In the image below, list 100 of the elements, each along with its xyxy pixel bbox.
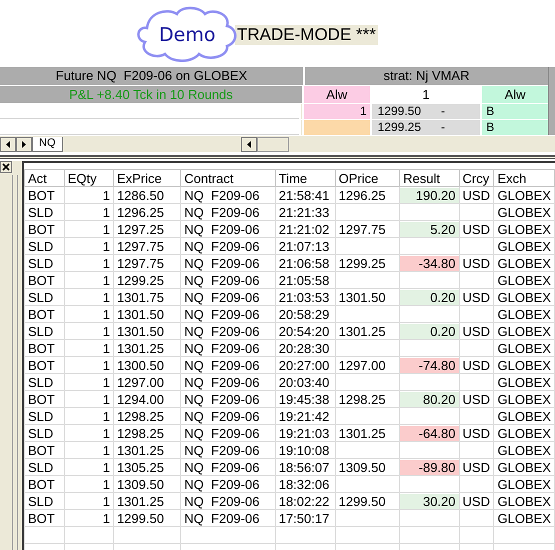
table-cell-text: NQ F209-06: [183, 238, 260, 254]
table-cell-text: USD: [462, 222, 491, 236]
table-cell-text: GLOBEX: [496, 476, 552, 492]
table-cell-text: 19:21:42: [278, 408, 330, 424]
table-cell-text: 19:10:08: [278, 442, 330, 458]
table-cell-text: 1: [102, 392, 111, 406]
table-cell-text: 21:05:58: [278, 272, 330, 288]
table-cell-text: 19:45:38: [278, 392, 330, 406]
table-cell-text: 1297.00: [338, 358, 387, 372]
table-cell-text: 1: [102, 272, 111, 288]
left-triangle-icon: [246, 140, 250, 148]
result-cell: 30.20: [400, 494, 459, 508]
table-cell-text: SLD: [27, 374, 54, 390]
header-cell: Alw: [304, 86, 370, 103]
table-cell-text: USD: [462, 358, 491, 372]
scroll-right-button[interactable]: [16, 136, 32, 152]
table-cell-text: 1286.50: [116, 188, 165, 202]
side-cell: B: [482, 120, 548, 135]
table-cell-text: NQ F209-06: [183, 272, 260, 288]
table-cell-text: NQ F209-06: [183, 442, 260, 458]
table-cell-text: NQ F209-06: [183, 510, 260, 526]
table-cell-text: GLOBEX: [496, 442, 552, 458]
left-triangle-icon: [6, 140, 10, 148]
sheet-tab[interactable]: NQ: [32, 136, 62, 152]
table-cell-text: 1297.00: [116, 374, 165, 390]
table-cell-text: USD: [462, 324, 491, 338]
table-cell-text: 1: [102, 510, 111, 526]
result-cell: 0.20: [400, 290, 459, 304]
table-cell-text: 1297.25: [116, 222, 165, 236]
table-cell-text: NQ F209-06: [183, 324, 260, 338]
table-cell-text: 1: [102, 306, 111, 322]
table-cell-text: BOT: [27, 188, 56, 202]
scroll-left-button[interactable]: [0, 136, 16, 152]
table-cell-text: 1297.75: [116, 256, 165, 270]
instrument-cell: Future NQ F209-06 on GLOBEX: [0, 67, 303, 85]
table-cell-text: NQ F209-06: [183, 408, 260, 424]
table-cell-text: NQ F209-06: [183, 222, 260, 236]
close-icon: [2, 163, 10, 171]
table-cell-text: 18:02:22: [278, 494, 330, 508]
table-cell-text: GLOBEX: [496, 510, 552, 526]
table-cell-text: GLOBEX: [496, 426, 552, 440]
table-cell-text: BOT: [27, 340, 56, 356]
table-cell-text: NQ F209-06: [183, 290, 260, 304]
table-cell-text: GLOBEX: [496, 374, 552, 390]
column-header[interactable]: OPrice: [335, 170, 400, 186]
column-header[interactable]: EQty: [64, 170, 114, 186]
column-header[interactable]: Result: [400, 170, 460, 186]
result-cell: -34.80: [400, 256, 459, 270]
table-cell-text: SLD: [27, 256, 54, 270]
table-cell-text: 1: [102, 442, 111, 458]
table-cell-text: 1: [102, 460, 111, 474]
column-header[interactable]: Contract: [180, 170, 276, 186]
result-cell: -74.80: [400, 358, 459, 372]
table-cell-text: BOT: [27, 222, 56, 236]
table-cell-text: NQ F209-06: [183, 306, 260, 322]
table-cell-text: USD: [462, 392, 491, 406]
table-cell-text: 1: [102, 494, 111, 508]
table-cell-text: 21:07:13: [278, 238, 330, 254]
table-cell-text: USD: [462, 290, 491, 304]
result-cell: 0.20: [400, 324, 459, 338]
table-cell-text: 19:21:03: [278, 426, 330, 440]
table-cell-text: 1: [102, 256, 111, 270]
close-button[interactable]: [0, 161, 12, 173]
column-header[interactable]: Act: [24, 170, 64, 186]
table-cell-text: 1299.25: [338, 256, 387, 270]
column-header[interactable]: Crcy: [459, 170, 494, 186]
table-cell-text: 20:28:30: [278, 340, 330, 356]
scrollbar-thumb[interactable]: [256, 136, 288, 152]
column-header[interactable]: Exch: [494, 170, 554, 186]
column-header[interactable]: ExPrice: [113, 170, 181, 186]
table-cell-text: BOT: [27, 272, 56, 288]
table-cell-text: 1298.25: [116, 408, 165, 424]
vertical-scrollbar[interactable]: [548, 67, 555, 135]
column-header[interactable]: Time: [275, 170, 336, 186]
table-cell-text: 1301.25: [116, 442, 165, 458]
table-cell-text: 1309.50: [338, 460, 387, 474]
table-cell-text: 21:06:58: [278, 256, 330, 270]
table-cell-text: NQ F209-06: [183, 494, 260, 508]
table-cell-text: 1: [102, 374, 111, 390]
side-cell: B: [482, 104, 548, 119]
table-cell-text: SLD: [27, 290, 54, 304]
table-cell-text: 1: [102, 324, 111, 338]
table-cell-text: 1301.50: [116, 306, 165, 322]
table-cell-text: 1301.25: [116, 494, 165, 508]
table-cell-text: 1299.50: [116, 510, 165, 526]
table-cell-text: 21:21:02: [278, 222, 330, 236]
table-cell-text: 20:58:29: [278, 306, 330, 322]
table-cell-text: 1: [102, 290, 111, 304]
table-cell-text: GLOBEX: [496, 460, 552, 474]
table-cell-text: 20:54:20: [278, 324, 330, 338]
strategy-cell: strat: Nj VMAR: [305, 67, 548, 85]
table-cell-text: USD: [462, 256, 491, 270]
scroll-left-button[interactable]: [240, 136, 256, 152]
table-cell-text: NQ F209-06: [183, 476, 260, 492]
quantity-cell: 1: [304, 104, 370, 119]
table-cell-text: GLOBEX: [496, 222, 552, 236]
table-cell-text: SLD: [27, 204, 54, 220]
table-cell-text: 1: [102, 238, 111, 254]
table-cell-text: SLD: [27, 408, 54, 424]
table-cell-text: 20:03:40: [278, 374, 330, 390]
